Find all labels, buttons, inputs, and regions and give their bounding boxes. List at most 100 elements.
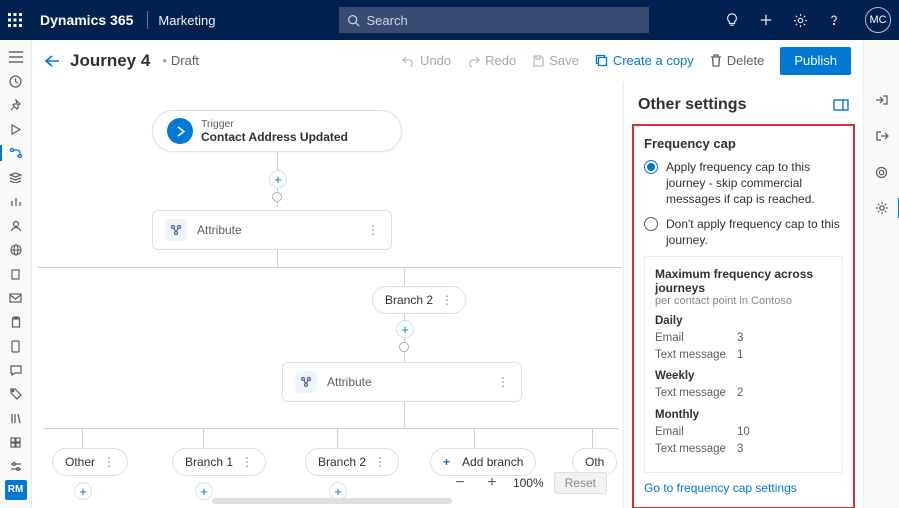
- panel-collapse-icon[interactable]: [833, 99, 849, 111]
- branch-other[interactable]: Other⋮: [52, 448, 128, 476]
- globe-icon[interactable]: [0, 239, 32, 261]
- connector: [337, 428, 338, 448]
- help-icon[interactable]: [827, 13, 861, 27]
- attribute-label: Attribute: [327, 375, 372, 389]
- delete-button[interactable]: Delete: [702, 47, 773, 75]
- add-node-button[interactable]: +: [396, 320, 414, 338]
- branch-1[interactable]: Branch 1⋮: [172, 448, 266, 476]
- status-label: Draft: [171, 53, 199, 68]
- connector: [37, 267, 622, 268]
- tag-icon[interactable]: [0, 383, 32, 405]
- frequency-summary-card: Maximum frequency across journeys per co…: [644, 256, 843, 473]
- freq-option-dont-apply[interactable]: Don't apply frequency cap to this journe…: [644, 216, 843, 248]
- connector: [404, 267, 405, 285]
- back-button[interactable]: [44, 54, 70, 68]
- main-area: Journey 4 • Draft Undo Redo Save Create …: [32, 40, 863, 508]
- add-node-button[interactable]: +: [269, 170, 287, 188]
- connector: [44, 428, 619, 429]
- hamburger-icon[interactable]: [0, 46, 32, 68]
- target-icon[interactable]: [864, 160, 899, 184]
- clipboard-icon[interactable]: [0, 311, 32, 333]
- more-icon[interactable]: ⋮: [441, 293, 453, 307]
- gear-icon[interactable]: [864, 196, 899, 220]
- play-icon[interactable]: [0, 118, 32, 140]
- signin-icon[interactable]: [864, 88, 899, 112]
- sliders-icon[interactable]: [0, 456, 32, 478]
- radio-icon: [644, 217, 658, 231]
- zoom-in-button[interactable]: +: [481, 472, 503, 494]
- building-icon[interactable]: [0, 263, 32, 285]
- grid-icon[interactable]: [0, 432, 32, 454]
- person-icon[interactable]: [0, 215, 32, 237]
- mail-icon[interactable]: [0, 287, 32, 309]
- trigger-icon: [167, 118, 193, 144]
- attribute-label: Attribute: [197, 223, 242, 237]
- canvas-scrollbar[interactable]: [212, 498, 452, 504]
- rm-badge[interactable]: RM: [5, 480, 27, 500]
- zoom-level: 100%: [513, 476, 544, 490]
- add-node-button[interactable]: +: [74, 482, 92, 500]
- connector: [203, 428, 204, 448]
- bucket-monthly: Monthly: [655, 409, 832, 421]
- status-separator: •: [162, 53, 167, 68]
- freq-option-apply[interactable]: Apply frequency cap to this journey - sk…: [644, 159, 843, 208]
- connector: [474, 428, 475, 448]
- attribute-node[interactable]: Attribute ⋮: [282, 362, 522, 402]
- page-header: Journey 4 • Draft Undo Redo Save Create …: [32, 40, 863, 82]
- add-icon[interactable]: [759, 13, 793, 27]
- journey-canvas[interactable]: Trigger Contact Address Updated + Attrib…: [32, 82, 623, 508]
- more-icon[interactable]: ⋮: [347, 223, 379, 237]
- page-title: Journey 4: [70, 51, 150, 71]
- publish-button[interactable]: Publish: [780, 47, 851, 75]
- monthly-email-value: 10: [737, 424, 750, 441]
- bucket-weekly: Weekly: [655, 370, 832, 382]
- freq-settings-link[interactable]: Go to frequency cap settings: [644, 481, 843, 495]
- daily-text-value: 1: [737, 347, 743, 364]
- connector-dot: [399, 342, 409, 352]
- trigger-label: Trigger: [201, 118, 348, 130]
- card-title: Maximum frequency across journeys: [655, 267, 832, 295]
- attribute-node[interactable]: Attribute ⋮: [152, 210, 392, 250]
- connector: [82, 428, 83, 448]
- top-nav: Dynamics 365 Marketing Search MC: [0, 0, 899, 40]
- create-copy-button[interactable]: Create a copy: [587, 47, 702, 75]
- add-node-button[interactable]: +: [195, 482, 213, 500]
- connector-dot: [272, 192, 282, 202]
- redo-button[interactable]: Redo: [459, 47, 524, 75]
- card-subtitle: per contact point in Contoso: [655, 295, 832, 307]
- more-icon[interactable]: ⋮: [103, 455, 115, 469]
- zoom-reset-button[interactable]: Reset: [554, 472, 607, 494]
- search-placeholder: Search: [366, 13, 407, 28]
- settings-icon[interactable]: [793, 13, 827, 28]
- weekly-text-value: 2: [737, 385, 743, 402]
- attribute-icon: [295, 371, 317, 393]
- branch-node[interactable]: Branch 2⋮: [372, 286, 466, 314]
- frequency-cap-section: Frequency cap Apply frequency cap to thi…: [632, 124, 855, 508]
- brand-label[interactable]: Dynamics 365: [32, 12, 141, 28]
- more-icon[interactable]: ⋮: [477, 375, 509, 389]
- journey-icon[interactable]: [0, 142, 32, 164]
- zoom-out-button[interactable]: −: [449, 472, 471, 494]
- chart-icon[interactable]: [0, 191, 32, 213]
- comment-icon[interactable]: [0, 359, 32, 381]
- app-launcher-icon[interactable]: [8, 13, 32, 27]
- global-search[interactable]: Search: [339, 7, 649, 33]
- left-rail: RM: [0, 40, 32, 508]
- more-icon[interactable]: ⋮: [241, 455, 253, 469]
- mobile-icon[interactable]: [0, 335, 32, 357]
- stack-icon[interactable]: [0, 166, 32, 188]
- user-avatar[interactable]: MC: [865, 7, 891, 33]
- branch-2[interactable]: Branch 2⋮: [305, 448, 399, 476]
- pin-icon[interactable]: [0, 94, 32, 116]
- trigger-node[interactable]: Trigger Contact Address Updated: [152, 110, 402, 152]
- monthly-text-value: 3: [737, 441, 743, 458]
- more-icon[interactable]: ⋮: [374, 455, 386, 469]
- lightbulb-icon[interactable]: [725, 13, 759, 27]
- save-button[interactable]: Save: [524, 47, 587, 75]
- signout-icon[interactable]: [864, 124, 899, 148]
- recent-icon[interactable]: [0, 70, 32, 92]
- undo-button[interactable]: Undo: [394, 47, 459, 75]
- radio-icon: [644, 160, 658, 174]
- area-label[interactable]: Marketing: [154, 13, 219, 28]
- library-icon[interactable]: [0, 407, 32, 429]
